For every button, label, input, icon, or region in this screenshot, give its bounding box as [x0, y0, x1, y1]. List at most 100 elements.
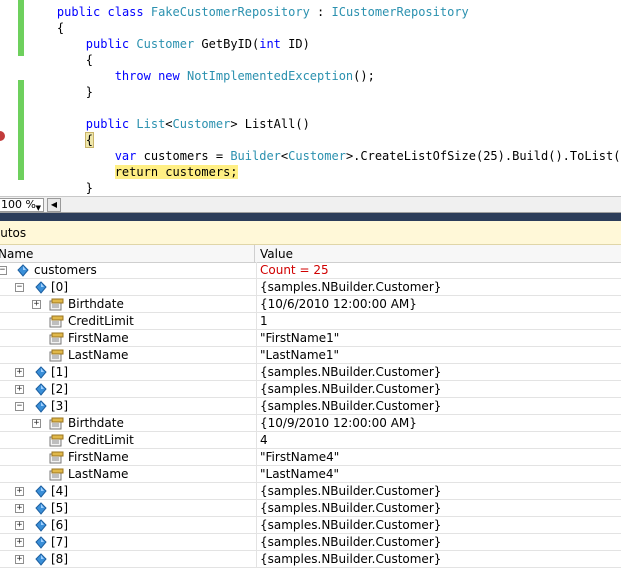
row-value[interactable]: {samples.NBuilder.Customer}	[260, 279, 441, 296]
autos-row[interactable]: LastName "LastName4"	[0, 466, 621, 483]
row-name: LastName	[68, 467, 129, 481]
expand-icon[interactable]: +	[15, 538, 24, 547]
column-divider	[256, 500, 257, 517]
row-name: CreditLimit	[68, 433, 134, 447]
expand-icon[interactable]: +	[15, 385, 24, 394]
autos-row[interactable]: FirstName "FirstName4"	[0, 449, 621, 466]
autos-row[interactable]: + [5] {samples.NBuilder.Customer}	[0, 500, 621, 517]
code-line: var customers = Builder<Customer>.Create…	[114, 149, 621, 163]
expand-icon[interactable]: +	[15, 504, 24, 513]
row-value[interactable]: {samples.NBuilder.Customer}	[260, 500, 441, 517]
row-value[interactable]: {samples.NBuilder.Customer}	[260, 551, 441, 568]
autos-row[interactable]: + Birthdate {10/9/2010 12:00:00 AM}	[0, 415, 621, 432]
breakpoint-icon[interactable]	[0, 131, 5, 141]
row-value[interactable]: {samples.NBuilder.Customer}	[260, 483, 441, 500]
column-header-name[interactable]: Name	[0, 245, 255, 262]
field-icon	[34, 366, 48, 379]
row-value[interactable]: {samples.NBuilder.Customer}	[260, 398, 441, 415]
field-icon	[34, 383, 48, 396]
row-value[interactable]: Count = 25	[260, 262, 329, 279]
column-divider	[256, 432, 257, 449]
matched-brace: {	[84, 132, 95, 148]
column-divider	[256, 466, 257, 483]
row-value[interactable]: {samples.NBuilder.Customer}	[260, 534, 441, 551]
row-name: FirstName	[68, 450, 129, 464]
column-divider	[256, 279, 257, 296]
collapse-icon[interactable]: −	[0, 266, 7, 275]
row-value[interactable]: 1	[260, 313, 268, 330]
row-name: LastName	[68, 348, 129, 362]
current-statement-line: return customers;	[114, 165, 238, 179]
autos-row[interactable]: + Birthdate {10/6/2010 12:00:00 AM}	[0, 296, 621, 313]
row-value[interactable]: {samples.NBuilder.Customer}	[260, 381, 441, 398]
autos-title-text: Autos	[0, 226, 27, 240]
autos-row[interactable]: + [1] {samples.NBuilder.Customer}	[0, 364, 621, 381]
column-divider	[256, 551, 257, 568]
autos-row[interactable]: + [4] {samples.NBuilder.Customer}	[0, 483, 621, 500]
property-icon	[49, 298, 64, 311]
code-line: {	[85, 53, 94, 67]
column-divider	[256, 296, 257, 313]
autos-window-title: Autos	[0, 221, 621, 245]
change-bar	[18, 0, 24, 56]
window-splitter[interactable]	[0, 213, 621, 221]
autos-row[interactable]: + [6] {samples.NBuilder.Customer}	[0, 517, 621, 534]
row-value[interactable]: "LastName1"	[260, 347, 339, 364]
code-line: public class FakeCustomerRepository : IC…	[56, 5, 469, 19]
autos-row[interactable]: FirstName "FirstName1"	[0, 330, 621, 347]
zoom-select[interactable]: 100 % ▼	[0, 198, 44, 212]
code-line: public List<Customer> ListAll()	[85, 117, 310, 131]
autos-row[interactable]: + [8] {samples.NBuilder.Customer}	[0, 551, 621, 568]
autos-row[interactable]: + [7] {samples.NBuilder.Customer}	[0, 534, 621, 551]
column-header-value[interactable]: Value	[260, 245, 293, 262]
expand-icon[interactable]: +	[15, 368, 24, 377]
column-divider	[256, 449, 257, 466]
column-divider	[256, 262, 257, 279]
column-divider	[256, 398, 257, 415]
autos-row[interactable]: − [3] {samples.NBuilder.Customer}	[0, 398, 621, 415]
column-divider	[256, 364, 257, 381]
editor-zoom-bar: 100 % ▼ ◀	[0, 196, 621, 213]
row-value[interactable]: "FirstName4"	[260, 449, 339, 466]
property-icon	[49, 451, 64, 464]
property-icon	[49, 349, 64, 362]
row-value[interactable]: "FirstName1"	[260, 330, 339, 347]
row-value[interactable]: {samples.NBuilder.Customer}	[260, 517, 441, 534]
field-icon	[34, 281, 48, 294]
row-value[interactable]: 4	[260, 432, 268, 449]
expand-icon[interactable]: +	[15, 487, 24, 496]
code-line: public Customer GetByID(int ID)	[85, 37, 310, 51]
row-value[interactable]: {10/9/2010 12:00:00 AM}	[260, 415, 417, 432]
code-line: {	[28, 132, 95, 148]
row-name: [4]	[51, 484, 68, 498]
collapse-icon[interactable]: −	[15, 402, 24, 411]
column-divider	[256, 330, 257, 347]
autos-row[interactable]: CreditLimit 1	[0, 313, 621, 330]
autos-row[interactable]: CreditLimit 4	[0, 432, 621, 449]
column-divider	[256, 347, 257, 364]
collapse-icon[interactable]: −	[15, 283, 24, 292]
row-name: customers	[34, 263, 97, 277]
row-name: [2]	[51, 382, 68, 396]
row-name: [8]	[51, 552, 68, 566]
column-divider	[256, 381, 257, 398]
column-divider	[256, 313, 257, 330]
column-divider	[256, 517, 257, 534]
expand-icon[interactable]: +	[15, 521, 24, 530]
code-editor[interactable]: public class FakeCustomerRepository : IC…	[0, 0, 621, 196]
autos-row[interactable]: + [2] {samples.NBuilder.Customer}	[0, 381, 621, 398]
property-icon	[49, 315, 64, 328]
autos-row[interactable]: − customers Count = 25	[0, 262, 621, 279]
autos-row[interactable]: − [0] {samples.NBuilder.Customer}	[0, 279, 621, 296]
row-value[interactable]: "LastName4"	[260, 466, 339, 483]
row-value[interactable]: {samples.NBuilder.Customer}	[260, 364, 441, 381]
editor-margin	[0, 0, 26, 196]
expand-icon[interactable]: +	[32, 300, 41, 309]
code-line: }	[85, 85, 94, 99]
column-divider	[256, 534, 257, 551]
autos-row[interactable]: LastName "LastName1"	[0, 347, 621, 364]
column-divider	[256, 483, 257, 500]
scroll-left-button[interactable]: ◀	[47, 198, 61, 212]
row-value[interactable]: {10/6/2010 12:00:00 AM}	[260, 296, 417, 313]
expand-icon[interactable]: +	[32, 419, 41, 428]
